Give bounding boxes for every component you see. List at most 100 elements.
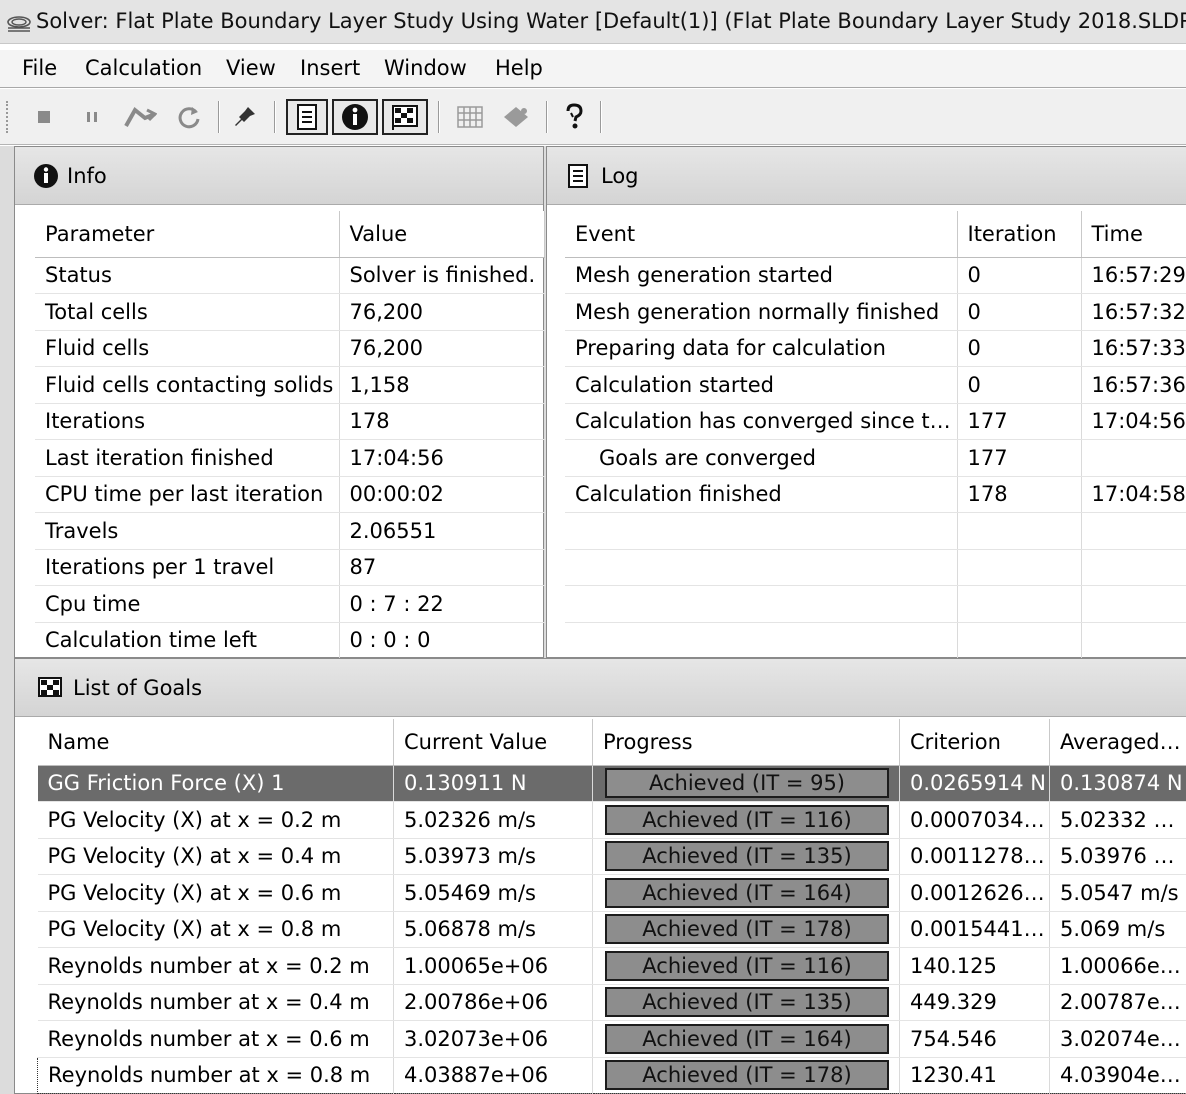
table-row[interactable] [565,585,1186,623]
menu-view[interactable]: View [226,56,276,80]
table-row[interactable]: Iterations per 1 travel 87 [35,549,545,586]
event-cell [565,549,958,586]
value-cell: 0 : 7 : 22 [339,585,545,623]
log-icon[interactable] [286,99,328,135]
time-cell: 17:04:56 , [1081,403,1186,440]
event-cell: Mesh generation started [565,257,958,294]
current-value-cell: 5.05469 m/s [393,874,593,912]
column-header-value[interactable]: Value [339,211,545,258]
progress-bar: Achieved (IT = 116) [605,804,889,835]
menu-calculation[interactable]: Calculation [85,56,202,80]
menu-insert[interactable]: Insert [300,56,360,80]
table-row[interactable]: Reynolds number at x = 0.2 m 1.00065e+06 A… [37,947,1186,985]
averaged-value-cell: 5.03976 m/s [1049,838,1186,875]
goal-name-cell: Reynolds number at x = 0.8 m [37,1056,394,1094]
table-row[interactable]: Goals are converged 177 [565,439,1186,477]
table-row[interactable]: CPU time per last iteration 00:00:02 [35,476,545,513]
mesh-icon[interactable] [450,99,490,135]
info-icon[interactable] [332,99,378,135]
event-cell: Goals are converged [565,439,958,477]
parameter-cell: Last iteration finished [35,439,340,477]
table-row[interactable] [565,549,1186,586]
table-row[interactable]: Mesh generation normally finished 0 16:57:… [565,293,1186,331]
table-row[interactable]: PG Velocity (X) at x = 0.6 m 5.05469 m/s A… [37,874,1186,912]
table-row[interactable]: Calculation started016:57:36 , [565,366,1186,404]
table-row[interactable]: Preparing data for calculation 0 16:57:33 … [565,330,1186,367]
table-row[interactable]: Last iteration finished 17:04:56 [35,439,545,477]
value-cell: 178 [339,403,545,440]
table-row[interactable] [565,622,1186,659]
goals-icon[interactable] [382,99,428,135]
goal-name-cell: PG Velocity (X) at x = 0.2 m [37,801,394,839]
table-row[interactable]: PG Velocity (X) at x = 0.8 m 5.06878 m/s A… [37,911,1186,948]
table-row[interactable]: Status Solver is finished. [35,257,545,294]
insert-icon[interactable] [496,99,536,135]
column-header-progress[interactable]: Progress [592,719,900,766]
table-row[interactable]: Total cells 76,200 [35,293,545,331]
column-header-current-value[interactable]: Current Value [393,719,593,766]
menu-help[interactable]: Help [495,56,543,80]
table-row[interactable]: Mesh generation started016:57:29 , [565,257,1186,294]
table-row[interactable]: Calculation has converged since th... 177… [565,403,1186,440]
menu-window[interactable]: Window [384,56,467,80]
toolbar-separator [274,101,276,133]
table-row[interactable]: Fluid cells contacting solids 1,158 [35,366,545,404]
table-row[interactable]: Iterations 178 [35,403,545,440]
column-header-time[interactable]: Time [1081,211,1186,258]
criterion-cell: 1230.41 [899,1056,1050,1094]
column-header-name[interactable]: Name [37,719,394,766]
criterion-cell: 0.000703429 [899,801,1050,839]
averaged-value-cell: 0.130874 N [1049,765,1186,802]
refresh-icon[interactable] [172,99,206,135]
table-row[interactable]: Fluid cells 76,200 [35,330,545,367]
time-cell [1081,512,1186,550]
iteration-cell [957,585,1082,623]
iteration-cell: 178 [957,476,1082,513]
pin-icon[interactable] [228,99,262,135]
goal-name-cell: PG Velocity (X) at x = 0.6 m [37,874,394,912]
column-header-averaged-value[interactable]: Averaged Va [1049,719,1186,766]
progress-cell: Achieved (IT = 135) [592,838,900,875]
progress-bar: Achieved (IT = 178) [605,1060,889,1091]
column-header-parameter[interactable]: Parameter [35,211,340,258]
goal-name-cell: Reynolds number at x = 0.4 m [37,984,394,1021]
info-pane-title: Info [67,163,107,188]
table-row[interactable]: Calculation finished17817:04:58 , [565,476,1186,513]
table-row[interactable]: Travels 2.06551 [35,512,545,550]
goals-pane-header: List of Goals [15,659,1186,717]
table-row[interactable]: Reynolds number at x = 0.4 m 2.00786e+06 A… [37,984,1186,1021]
table-row[interactable]: PG Velocity (X) at x = 0.2 m 5.02326 m/s A… [37,801,1186,839]
table-row[interactable] [565,512,1186,550]
help-icon[interactable] [556,99,592,135]
toolbar-grip[interactable] [6,101,10,133]
table-row[interactable]: Calculation time left 0 : 0 : 0 [35,622,545,659]
menu-file[interactable]: File [22,56,57,80]
time-cell: 16:57:36 , [1081,366,1186,404]
current-value-cell: 2.00786e+06 [393,984,593,1021]
iteration-cell: 0 [957,293,1082,331]
column-header-event[interactable]: Event [565,211,958,258]
time-cell: 16:57:29 , [1081,257,1186,294]
criterion-cell: 754.546 [899,1020,1050,1058]
parameter-cell: Status [35,257,340,294]
solve-icon[interactable] [120,99,160,135]
goals-icon [38,676,62,697]
column-header-iteration[interactable]: Iteration [957,211,1082,258]
value-cell: 17:04:56 [339,439,545,477]
toolbar [0,89,1186,145]
progress-bar: Achieved (IT = 178) [605,914,889,945]
table-row[interactable]: Reynolds number at x = 0.8 m 4.03887e+06 A… [37,1056,1186,1094]
window-title: Solver: Flat Plate Boundary Layer Study … [36,9,1186,33]
table-row[interactable]: Cpu time 0 : 7 : 22 [35,585,545,623]
progress-bar: Achieved (IT = 135) [605,987,889,1018]
current-value-cell: 5.03973 m/s [393,838,593,875]
stop-icon[interactable] [28,99,60,135]
pause-icon[interactable] [76,99,108,135]
table-row[interactable]: Reynolds number at x = 0.6 m 3.02073e+06 A… [37,1020,1186,1058]
criterion-cell: 449.329 [899,984,1050,1021]
table-row[interactable]: GG Friction Force (X) 1 0.130911 N Achieve… [37,765,1186,802]
table-row[interactable]: PG Velocity (X) at x = 0.4 m 5.03973 m/s A… [37,838,1186,875]
solver-app-icon [7,16,31,32]
column-header-criterion[interactable]: Criterion [899,719,1050,766]
toolbar-separator [438,101,440,133]
